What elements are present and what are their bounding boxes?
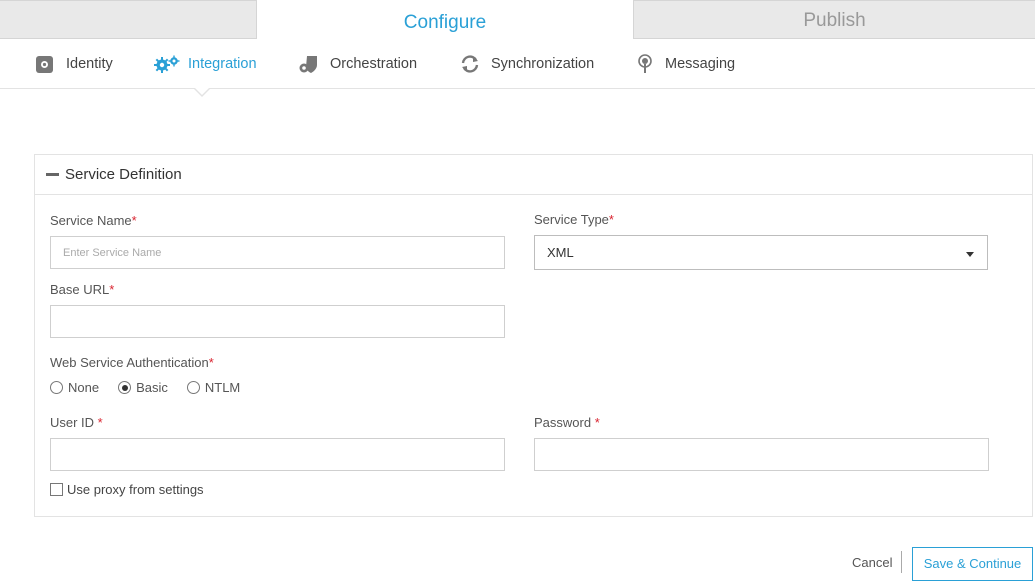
broadcast-icon: [635, 53, 657, 75]
subnav-item-integration[interactable]: Integration: [154, 39, 257, 88]
tab-publish[interactable]: Publish: [634, 0, 1035, 39]
save-continue-button[interactable]: Save & Continue: [912, 547, 1033, 581]
auth-label: Web Service Authentication*: [50, 355, 214, 370]
proxy-checkbox[interactable]: [50, 483, 63, 496]
subnav-item-synchronization[interactable]: Synchronization: [459, 39, 594, 88]
auth-radio-basic[interactable]: [118, 381, 132, 394]
service-name-input[interactable]: [50, 236, 505, 269]
cancel-button[interactable]: Cancel: [852, 555, 892, 570]
auth-option-label: NTLM: [204, 380, 241, 395]
password-input[interactable]: [534, 438, 989, 471]
service-type-label: Service Type*: [534, 212, 614, 227]
service-type-value: XML: [547, 245, 574, 260]
auth-option-label: Basic: [136, 380, 168, 395]
subnav-item-messaging[interactable]: Messaging: [635, 39, 735, 88]
tab-empty: [0, 0, 256, 39]
user-id-label: User ID *: [50, 415, 103, 430]
subnav-item-identity[interactable]: Identity: [34, 39, 113, 88]
subnav-item-orchestration[interactable]: Orchestration: [298, 39, 417, 88]
base-url-input[interactable]: [50, 305, 505, 338]
tab-configure[interactable]: Configure: [256, 0, 634, 39]
camera-badge-icon: [34, 53, 56, 75]
subnav-label: Integration: [188, 55, 257, 72]
gears-icon: [154, 53, 180, 75]
subnav-label: Orchestration: [330, 55, 418, 72]
auth-option-label: None: [68, 380, 100, 395]
shield-gears-icon: [298, 53, 320, 75]
auth-radio-ntlm[interactable]: [186, 381, 200, 394]
footer-divider: [901, 551, 902, 573]
base-url-label: Base URL*: [50, 282, 115, 297]
collapse-icon[interactable]: [46, 173, 59, 176]
active-indicator-caret: [193, 87, 211, 97]
panel-title: Service Definition: [65, 166, 182, 183]
proxy-label: Use proxy from settings: [67, 482, 204, 497]
subnav-label: Synchronization: [491, 55, 595, 72]
subnav-label: Identity: [66, 55, 113, 72]
proxy-checkbox-row[interactable]: Use proxy from settings: [50, 482, 204, 497]
top-tabs: Configure Publish: [0, 0, 1035, 39]
auth-radio-group: None Basic NTLM: [50, 380, 259, 395]
service-name-label: Service Name*: [50, 213, 137, 228]
chevron-down-icon: [966, 252, 974, 257]
subnav-label: Messaging: [665, 55, 736, 72]
panel-header[interactable]: Service Definition: [35, 155, 1032, 195]
sync-icon: [459, 53, 481, 75]
password-label: Password *: [534, 415, 600, 430]
user-id-input[interactable]: [50, 438, 505, 471]
service-type-select[interactable]: XML: [534, 235, 988, 270]
sub-navigation: Identity Integration Orchestration Synch…: [0, 39, 1035, 89]
auth-radio-none[interactable]: [50, 381, 63, 394]
